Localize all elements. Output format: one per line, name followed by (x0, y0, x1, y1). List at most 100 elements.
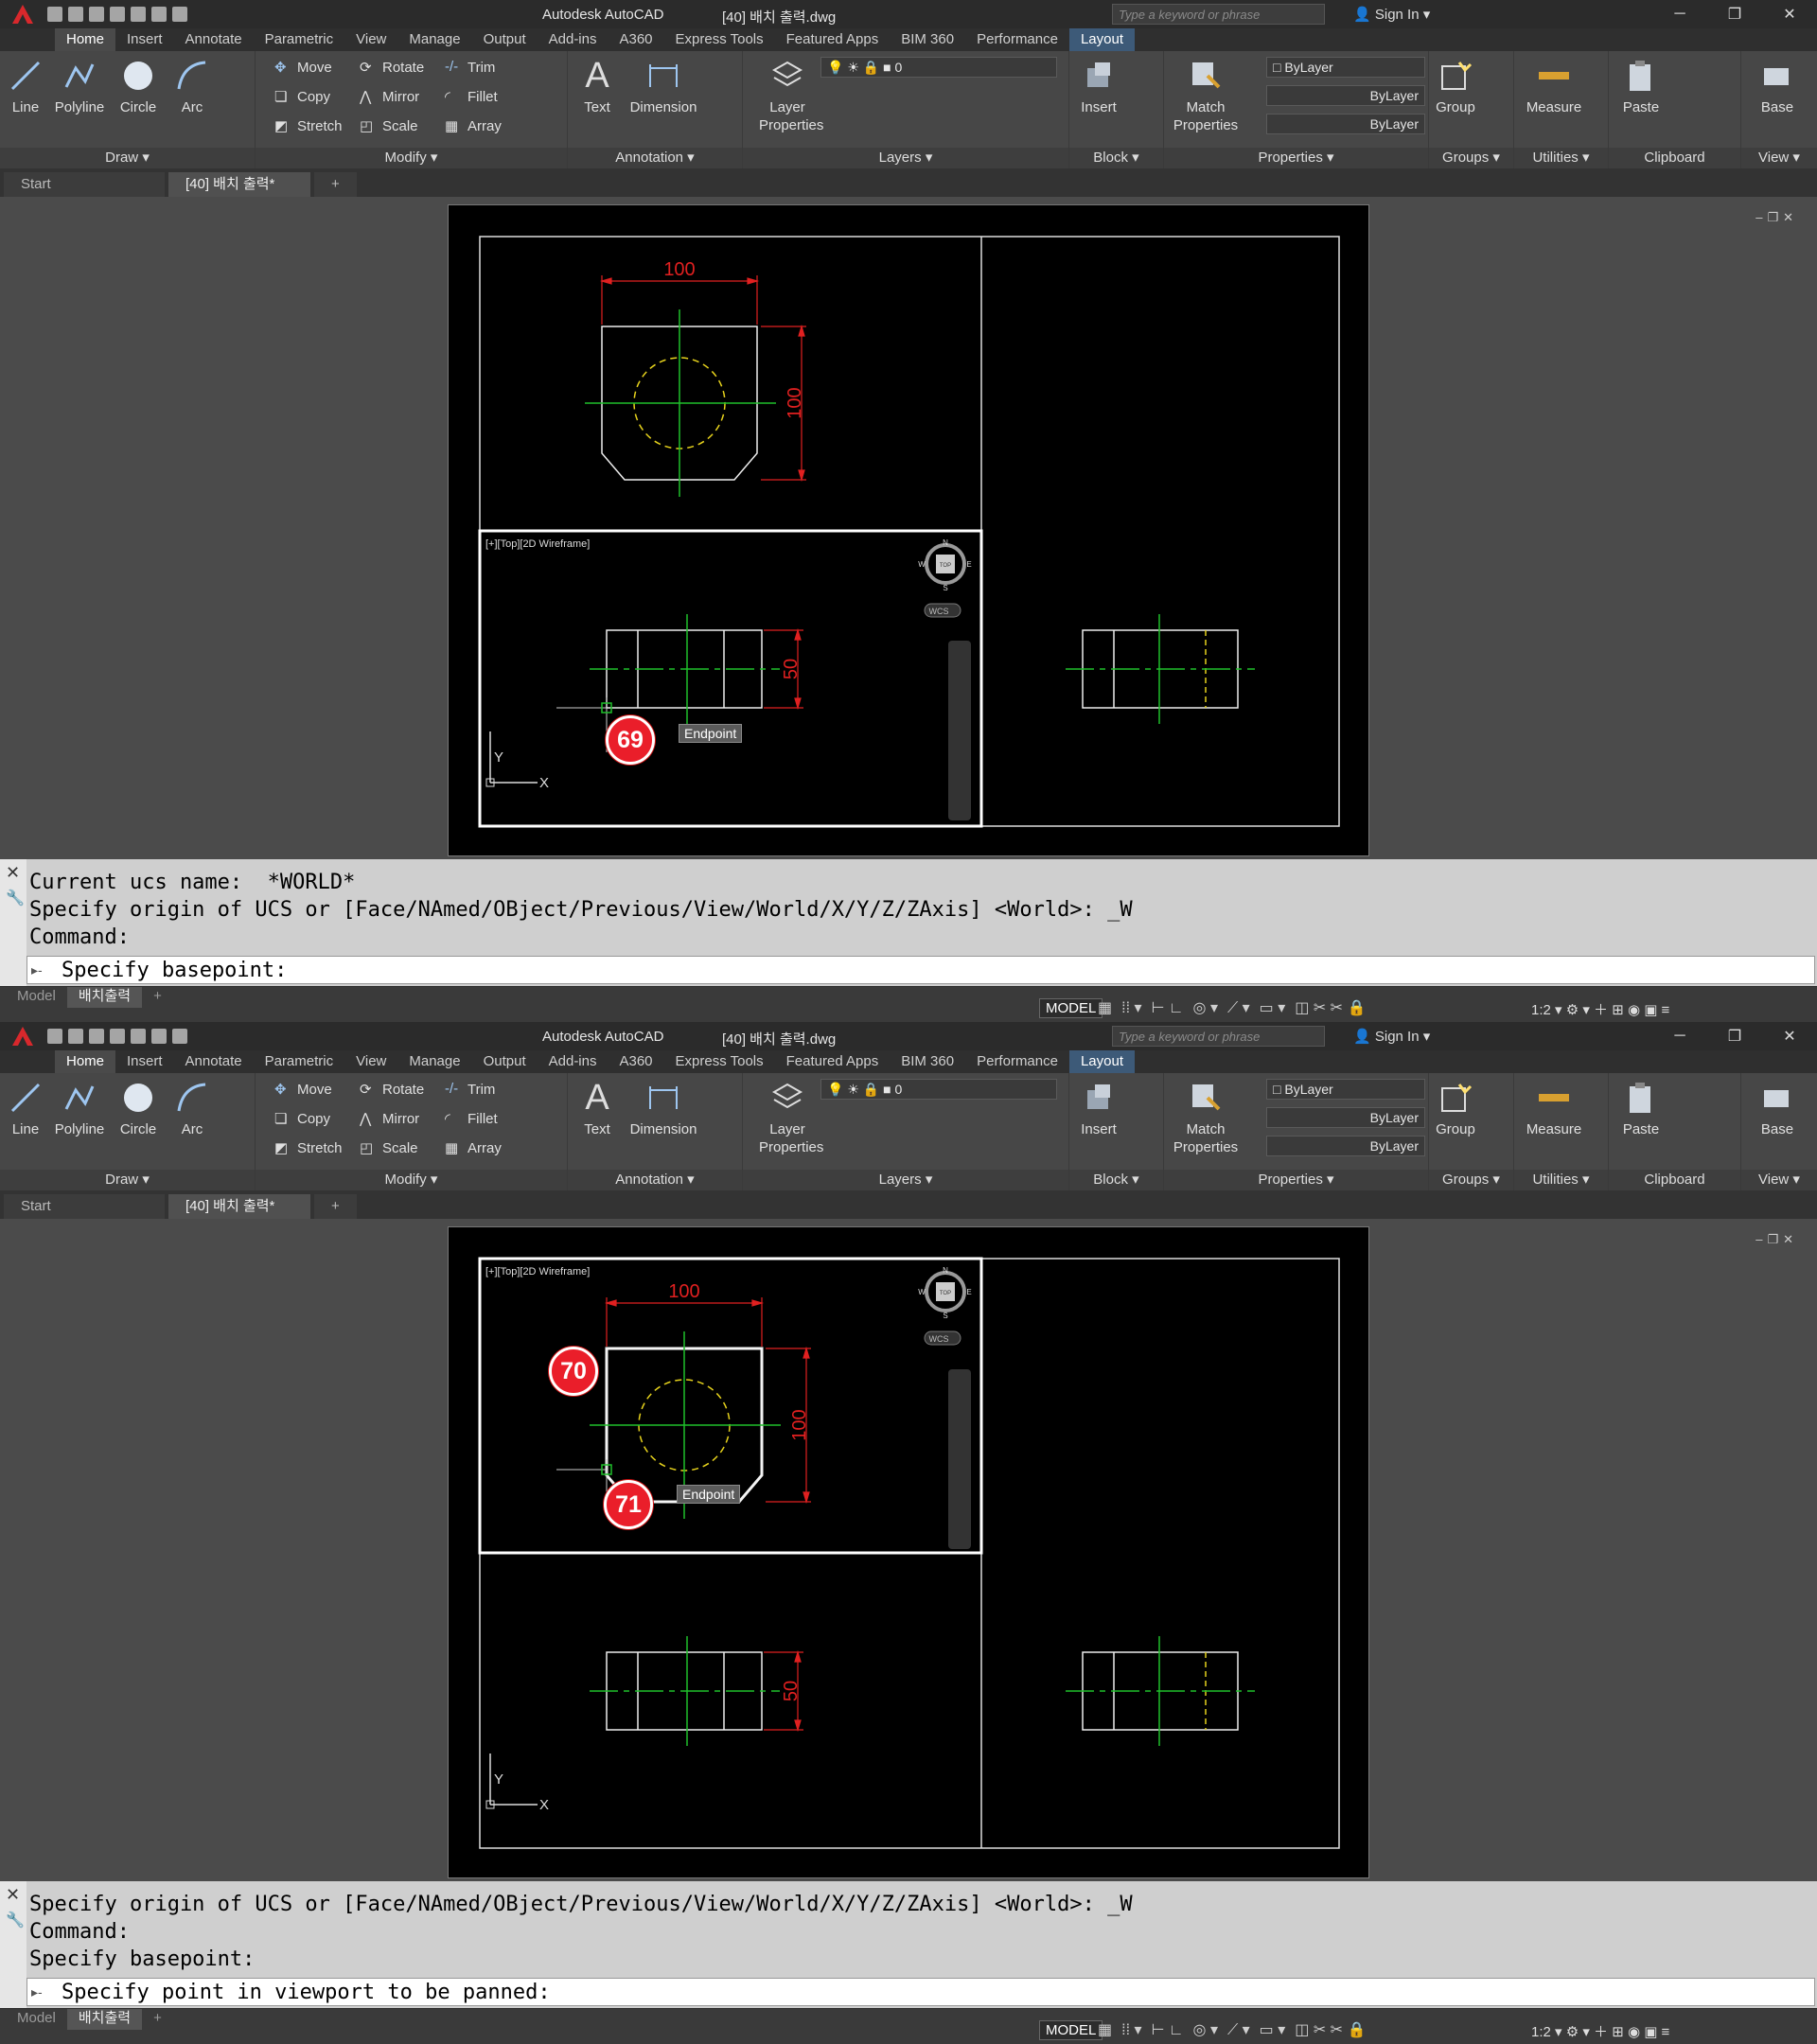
open-icon[interactable] (68, 1029, 83, 1044)
tab-manage[interactable]: Manage (397, 1050, 471, 1073)
layout-paper[interactable]: 100 100 [+][Top][2D Wireframe] TOP N S E… (448, 204, 1369, 856)
block-panel-title[interactable]: Block ▾ (1069, 148, 1163, 168)
save-icon[interactable] (89, 1029, 104, 1044)
match-properties-button[interactable]: Match Properties (1168, 1079, 1244, 1156)
document-tab[interactable]: [40] 배치 출력* (168, 172, 310, 197)
navigation-bar[interactable] (948, 1369, 971, 1549)
move-button[interactable]: ✥ Move (274, 57, 332, 78)
utilities-panel-title[interactable]: Utilities ▾ (1514, 148, 1608, 168)
copy-button[interactable]: ❏ Copy (274, 1108, 330, 1129)
base-button[interactable]: Base (1751, 1079, 1804, 1138)
viewport-controls[interactable]: –❐✕ (1755, 1232, 1798, 1247)
model-space-toggle[interactable]: MODEL (1039, 998, 1103, 1018)
ortho-icon[interactable]: ⊢ ∟ (1152, 2020, 1184, 2039)
view-panel-title[interactable]: View ▾ (1741, 1170, 1817, 1190)
command-input[interactable]: ▸- Specify point in viewport to be panned… (26, 1978, 1815, 2006)
paste-button[interactable]: Paste (1613, 57, 1669, 116)
paste-button[interactable]: Paste (1613, 1079, 1669, 1138)
color-dropdown[interactable]: □ ByLayer (1266, 57, 1425, 78)
model-tab[interactable]: Model (6, 987, 67, 1008)
tab-express-tools[interactable]: Express Tools (664, 28, 775, 51)
tab-addins[interactable]: Add-ins (538, 28, 609, 51)
text-button[interactable]: A Text (575, 1079, 619, 1138)
search-input[interactable]: Type a keyword or phrase (1112, 4, 1325, 25)
tab-insert[interactable]: Insert (115, 28, 174, 51)
tab-performance[interactable]: Performance (965, 28, 1069, 51)
add-layout-icon[interactable]: + (142, 987, 173, 1008)
polar-icon[interactable]: ◎ ▾ (1193, 2020, 1218, 2039)
viewport-controls[interactable]: –❐✕ (1755, 210, 1798, 225)
trim-button[interactable]: -/- Trim (445, 57, 495, 78)
match-properties-button[interactable]: Match Properties (1168, 57, 1244, 134)
tab-annotate[interactable]: Annotate (174, 1050, 254, 1073)
mirror-button[interactable]: ⋀ Mirror (360, 1108, 419, 1129)
groups-panel-title[interactable]: Groups ▾ (1429, 1170, 1513, 1190)
navigation-bar[interactable] (948, 641, 971, 820)
insert-button[interactable]: Insert (1073, 57, 1124, 116)
tab-featured-apps[interactable]: Featured Apps (775, 1050, 891, 1073)
layout-paper[interactable]: [+][Top][2D Wireframe] TOP N S E W WCS 1… (448, 1226, 1369, 1878)
sign-in-button[interactable]: 👤 Sign In ▾ (1353, 6, 1430, 23)
tab-featured-apps[interactable]: Featured Apps (775, 28, 891, 51)
annotation-scale[interactable]: 1:2 ▾ ⚙ ▾ ＋ ⊞ ◉ ▣ ≡ (1531, 2021, 1669, 2041)
snap-icon[interactable]: ⁞⁞ ▾ (1121, 998, 1141, 1017)
linetype-dropdown[interactable]: ByLayer (1266, 85, 1425, 106)
stretch-button[interactable]: ◩ Stretch (274, 1137, 343, 1158)
polyline-button[interactable]: Polyline (49, 57, 110, 116)
tab-output[interactable]: Output (472, 28, 538, 51)
viewport-label[interactable]: [+][Top][2D Wireframe] (485, 1266, 590, 1278)
polar-icon[interactable]: ◎ ▾ (1193, 998, 1218, 1017)
measure-button[interactable]: Measure (1518, 1079, 1590, 1138)
search-input[interactable]: Type a keyword or phrase (1112, 1026, 1325, 1047)
scale-button[interactable]: ◰ Scale (360, 1137, 418, 1158)
measure-button[interactable]: Measure (1518, 57, 1590, 116)
lineweight-dropdown[interactable]: ByLayer (1266, 114, 1425, 134)
grid-icon[interactable]: ▦ (1098, 2020, 1112, 2039)
block-panel-title[interactable]: Block ▾ (1069, 1170, 1163, 1190)
tab-layout[interactable]: Layout (1068, 1050, 1136, 1073)
viewcube[interactable]: TOP N S E W WCS (918, 538, 972, 618)
tab-bim360[interactable]: BIM 360 (890, 28, 965, 51)
customize-command-icon[interactable]: 🔧 (0, 887, 26, 909)
dimension-button[interactable]: Dimension (623, 57, 704, 116)
base-button[interactable]: Base (1751, 57, 1804, 116)
sign-in-button[interactable]: 👤 Sign In ▾ (1353, 1028, 1430, 1045)
tab-insert[interactable]: Insert (115, 1050, 174, 1073)
close-command-icon[interactable]: ✕ (0, 859, 26, 887)
line-button[interactable]: Line (4, 1079, 47, 1138)
move-button[interactable]: ✥ Move (274, 1079, 332, 1100)
command-window-handle[interactable]: ✕ 🔧 (0, 859, 26, 986)
autocad-logo-icon[interactable] (0, 1022, 45, 1050)
properties-panel-title[interactable]: Properties ▾ (1164, 1170, 1428, 1190)
array-button[interactable]: ▦ Array (445, 1137, 502, 1158)
tab-manage[interactable]: Manage (397, 28, 471, 51)
tab-annotate[interactable]: Annotate (174, 28, 254, 51)
redo-icon[interactable] (172, 1029, 187, 1044)
draw-panel-title[interactable]: Draw ▾ (0, 148, 255, 168)
tab-bim360[interactable]: BIM 360 (890, 1050, 965, 1073)
draw-panel-title[interactable]: Draw ▾ (0, 1170, 255, 1190)
lineweight-dropdown[interactable]: ByLayer (1266, 1136, 1425, 1156)
layout-tab[interactable]: 배치출력 (66, 987, 143, 1008)
annotation-panel-title[interactable]: Annotation ▾ (568, 148, 742, 168)
tab-home[interactable]: Home (55, 1050, 116, 1073)
dimension-button[interactable]: Dimension (623, 1079, 704, 1138)
insert-button[interactable]: Insert (1073, 1079, 1124, 1138)
viewcube[interactable]: TOP N S E W WCS (918, 1266, 972, 1346)
tab-parametric[interactable]: Parametric (254, 1050, 345, 1073)
command-window-handle[interactable]: ✕ 🔧 (0, 1881, 26, 2008)
layer-properties-button[interactable]: Layer Properties (747, 57, 828, 134)
minimize-icon[interactable]: ─ (1652, 1022, 1707, 1050)
utilities-panel-title[interactable]: Utilities ▾ (1514, 1170, 1608, 1190)
close-icon[interactable]: ✕ (1762, 0, 1817, 28)
osnap-icon[interactable]: ⟋ ▾ (1227, 998, 1250, 1017)
tab-performance[interactable]: Performance (965, 1050, 1069, 1073)
new-tab-icon[interactable]: + (314, 172, 357, 197)
ortho-icon[interactable]: ⊢ ∟ (1152, 998, 1184, 1017)
clipboard-panel-title[interactable]: Clipboard (1609, 148, 1740, 168)
autocad-logo-icon[interactable] (0, 0, 45, 28)
arc-button[interactable]: Arc (170, 57, 214, 116)
group-button[interactable]: Group (1431, 57, 1480, 116)
tab-view[interactable]: View (344, 28, 397, 51)
tab-a360[interactable]: A360 (608, 1050, 663, 1073)
